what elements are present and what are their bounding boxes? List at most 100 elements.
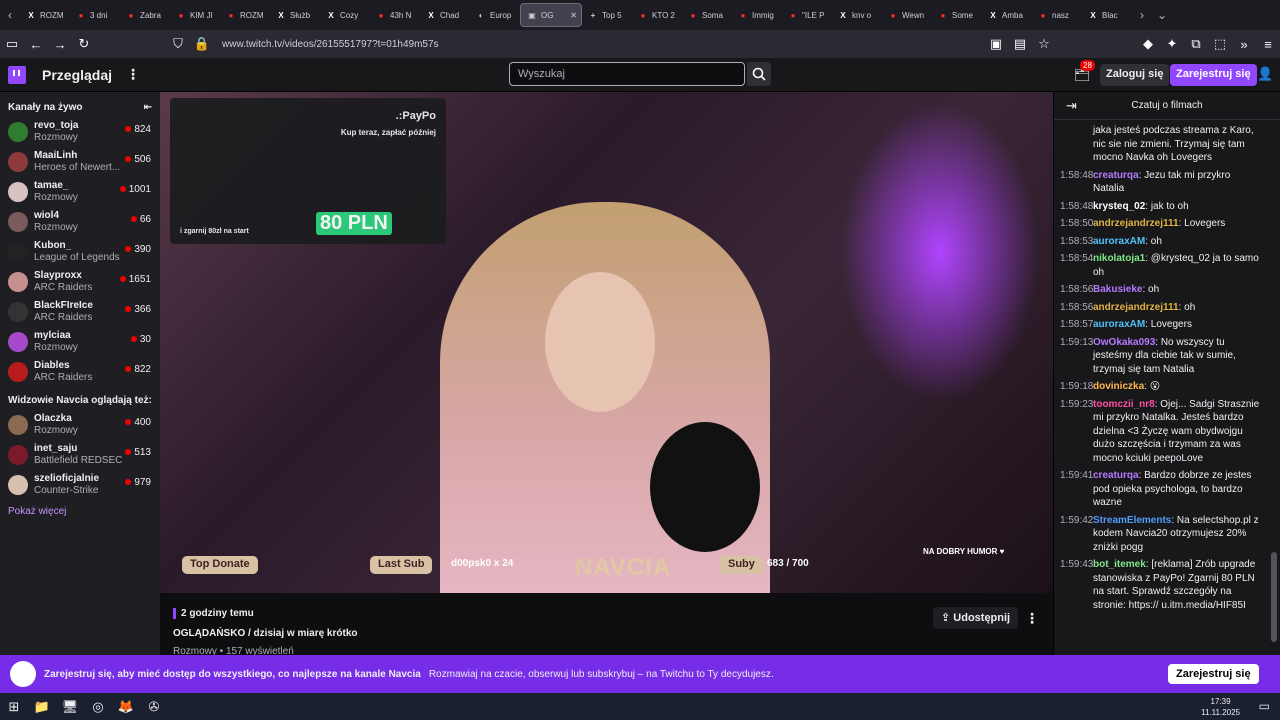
browser-tab[interactable]: X ROZM — [20, 0, 70, 30]
reader-view-icon[interactable]: ▤ — [1008, 36, 1032, 52]
browser-tab[interactable]: ● Immig — [732, 0, 782, 30]
browser-tab[interactable]: Xknv o — [832, 0, 882, 30]
notifications-icon[interactable]: ▭ — [1259, 699, 1270, 713]
tab-label: Cozy — [340, 10, 359, 20]
browser-tab[interactable]: ● KIM JI — [170, 0, 220, 30]
chat-username[interactable]: creaturqa — [1093, 170, 1139, 181]
chat-username[interactable]: auroraxAM — [1093, 236, 1145, 247]
sidebar-channel[interactable]: Olaczka Rozmowy 400 — [0, 410, 160, 440]
sidebar-channel[interactable]: mylciaa Rozmowy 30 — [0, 327, 160, 357]
sidebar-channel[interactable]: MaaiLinh Heroes of Newert... 506 — [0, 147, 160, 177]
tabs-scroll-right-icon[interactable]: › — [1132, 8, 1152, 22]
browser-tab[interactable]: ● "ILE P — [782, 0, 832, 30]
more-options-icon[interactable]: ⋮ — [1025, 610, 1039, 627]
browse-link[interactable]: Przeglądaj — [42, 67, 112, 83]
sidebar-channel[interactable]: inet_saju Battlefield REDSEC 513 — [0, 440, 160, 470]
show-more-link[interactable]: Pokaż więcej — [0, 500, 160, 523]
chat-username[interactable]: toomczii_nr8 — [1093, 399, 1155, 410]
chat-username[interactable]: krysteq_02 — [1093, 201, 1145, 212]
promo-register-button[interactable]: Zarejestruj się — [1168, 664, 1259, 684]
search-input[interactable]: Wyszukaj — [509, 62, 745, 86]
browser-tab[interactable]: + Top 5 — [582, 0, 632, 30]
back-icon[interactable]: ← — [24, 37, 48, 52]
browser-tab[interactable]: ◐ Europ — [470, 0, 520, 30]
chat-username[interactable]: OwOkaka093 — [1093, 337, 1155, 348]
browser-tab[interactable]: ● Wewn — [882, 0, 932, 30]
menu-icon[interactable]: ≡ — [1256, 37, 1280, 52]
browser-tab[interactable]: X Służb — [270, 0, 320, 30]
reload-icon[interactable]: ↻ — [72, 36, 96, 52]
browser-tab[interactable]: ● Zabra — [120, 0, 170, 30]
sidebar-channel[interactable]: BlackFIreIce ARC Raiders 366 — [0, 297, 160, 327]
overflow-chevron-icon[interactable]: » — [1232, 37, 1256, 52]
chat-username[interactable]: doviniczka — [1093, 381, 1144, 392]
browser-tab[interactable]: ▣ OG ✕ — [520, 3, 582, 27]
start-icon[interactable]: ⊞ — [0, 699, 28, 715]
more-menu-icon[interactable]: ⋮ — [126, 66, 140, 83]
bookmark-star-icon[interactable]: ☆ — [1032, 36, 1056, 52]
user-icon[interactable]: 👤 — [1257, 66, 1273, 82]
video-player[interactable]: .:PayPo Kup teraz, zapłać później 80 PLN… — [160, 92, 1053, 593]
system-clock[interactable]: 17:39 11.11.2025 — [1201, 696, 1240, 718]
browser-tab[interactable]: X Amba — [982, 0, 1032, 30]
chat-scrollbar[interactable] — [1271, 552, 1277, 642]
sidebar-channel[interactable]: tamae_ Rozmowy 1001 — [0, 177, 160, 207]
browser-tab[interactable]: ● 43h N — [370, 0, 420, 30]
tab-close-icon[interactable]: ✕ — [570, 11, 577, 20]
steam-icon[interactable]: ◎ — [84, 699, 112, 715]
browser-tab[interactable]: X Chad — [420, 0, 470, 30]
sidebar-toggle-icon[interactable]: ▭ — [0, 36, 24, 52]
lock-icon[interactable]: 🔒 — [190, 36, 214, 52]
chat-body: creaturqa: Jezu tak mi przykro Natalia — [1093, 169, 1262, 196]
tab-favicon-icon: + — [590, 10, 596, 20]
sidebar-channel[interactable]: revo_toja Rozmowy 824 — [0, 117, 160, 147]
search-button[interactable] — [747, 62, 771, 86]
collapse-sidebar-icon[interactable]: ⇤ — [144, 102, 152, 113]
chat-timestamp — [1060, 124, 1093, 165]
browser-tab[interactable]: ● 3 dni — [70, 0, 120, 30]
sidebar-channel[interactable]: Slayproxx ARC Raiders 1651 — [0, 267, 160, 297]
register-button[interactable]: Zarejestruj się — [1170, 64, 1257, 86]
firefox-icon[interactable]: 🦊 — [112, 699, 140, 715]
browser-tab[interactable]: X Cozy — [320, 0, 370, 30]
browser-tab[interactable]: ● ROZM — [220, 0, 270, 30]
share-button[interactable]: ⇪ Udostępnij — [933, 607, 1019, 629]
login-button[interactable]: Zaloguj się — [1100, 64, 1170, 86]
chat-username[interactable]: Bakusieke — [1093, 284, 1142, 295]
chat-text: : oh — [1178, 301, 1196, 313]
tabs-scroll-left-icon[interactable]: ‹ — [0, 8, 20, 22]
app-icon[interactable]: ✇ — [140, 699, 168, 715]
chat-timestamp: 1:58:53 — [1060, 235, 1094, 247]
browser-tab[interactable]: ● KTO 2 — [632, 0, 682, 30]
chat-username[interactable]: andrzejandrzej111 — [1093, 302, 1179, 313]
picture-in-picture-icon[interactable]: ▣ — [984, 36, 1008, 52]
twitch-logo-icon[interactable] — [8, 65, 26, 84]
tab-favicon-icon: ● — [228, 10, 234, 20]
vpn-icon[interactable]: ◆ — [1136, 36, 1160, 52]
browser-tab[interactable]: ● Some — [932, 0, 982, 30]
extensions-icon[interactable]: ⧉ — [1184, 36, 1208, 52]
chat-username[interactable]: StreamElements — [1093, 515, 1171, 526]
tab-list-chevron-icon[interactable]: ⌄ — [1152, 8, 1172, 22]
chat-username[interactable]: auroraxAM — [1093, 319, 1145, 330]
chat-message: 1:58:48 creaturqa: Jezu tak mi przykro Na… — [1060, 169, 1262, 196]
sidebar-channel[interactable]: wiol4 Rozmowy 66 — [0, 207, 160, 237]
extension-fox-icon[interactable]: ✦ — [1160, 36, 1184, 52]
sidebar-channel[interactable]: Diables ARC Raiders 822 — [0, 357, 160, 387]
chat-username[interactable]: bot_itemek — [1093, 559, 1146, 570]
collapse-chat-icon[interactable]: ⇥ — [1066, 98, 1077, 114]
browser-tab[interactable]: ● Soma — [682, 0, 732, 30]
extension-badge-icon[interactable]: ⬚ — [1208, 36, 1232, 52]
chat-username[interactable]: creaturqa — [1093, 470, 1139, 481]
file-explorer-icon[interactable]: 📁 — [28, 699, 56, 715]
monitor-app-icon[interactable]: 🖥 — [56, 699, 84, 715]
sidebar-channel[interactable]: Kubon_ League of Legends 390 — [0, 237, 160, 267]
browser-tab[interactable]: ● nasz — [1032, 0, 1082, 30]
forward-icon[interactable]: → — [48, 37, 72, 52]
chat-username[interactable]: andrzejandrzej111 — [1093, 218, 1179, 229]
url-field[interactable]: www.twitch.tv/videos/2615551797?t=01h49m… — [222, 39, 439, 50]
chat-username[interactable]: nikolatoja1 — [1093, 253, 1145, 264]
browser-tab[interactable]: X Blac — [1082, 0, 1132, 30]
shield-icon[interactable]: ⛉ — [166, 36, 190, 52]
sidebar-channel[interactable]: szelioficjalnie Counter-Strike 979 — [0, 470, 160, 500]
